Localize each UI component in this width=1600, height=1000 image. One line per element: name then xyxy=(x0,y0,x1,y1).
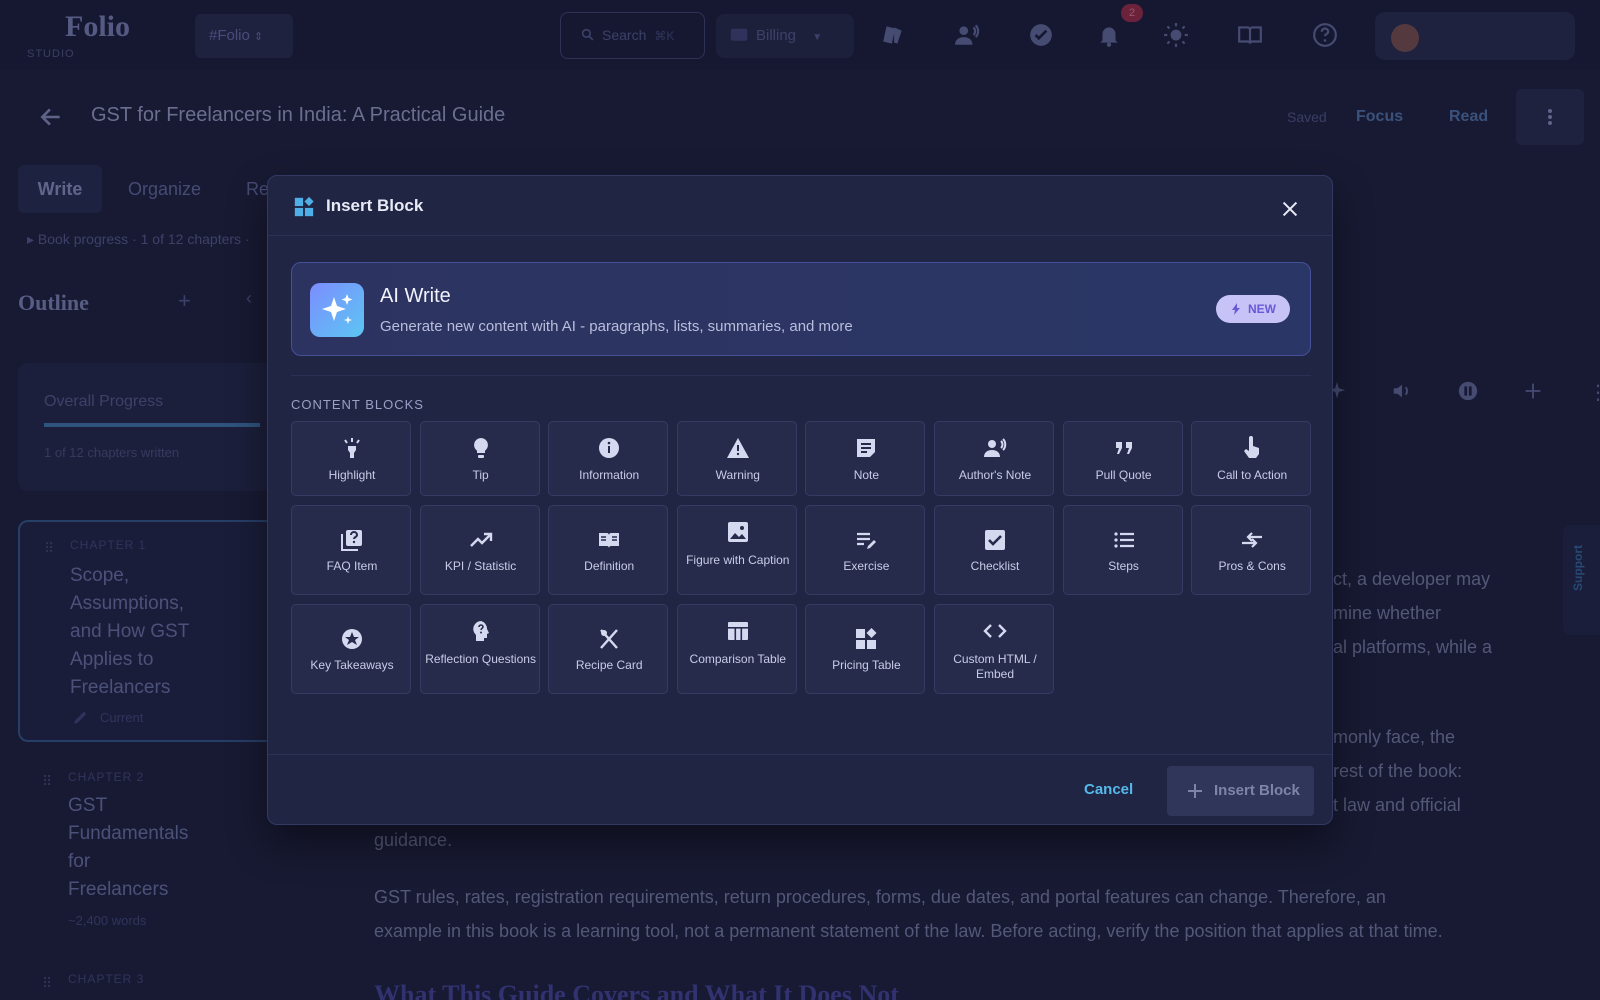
insert-block-label: Insert Block xyxy=(1214,782,1300,799)
block-label: Call to Action xyxy=(1217,468,1288,482)
dialog-header: Insert Block xyxy=(268,176,1332,236)
block-label: Reflection Questions xyxy=(425,652,536,666)
block-option-information[interactable]: Information xyxy=(548,421,669,496)
new-badge-label: NEW xyxy=(1248,302,1276,316)
block-option-author-s-note[interactable]: Author's Note xyxy=(934,421,1054,496)
block-option-note[interactable]: Note xyxy=(805,421,926,496)
block-label: Pros & Cons xyxy=(1218,559,1286,573)
table-icon xyxy=(727,622,748,640)
block-option-tip[interactable]: Tip xyxy=(419,421,540,496)
cancel-button[interactable]: Cancel xyxy=(1084,781,1133,798)
block-label: Custom HTML / Embed xyxy=(953,652,1037,681)
blocks-icon xyxy=(294,196,314,217)
block-option-definition[interactable]: Definition xyxy=(548,505,669,595)
block-option-figure-with-caption[interactable]: Figure with Caption xyxy=(676,505,797,595)
info-icon xyxy=(599,438,620,458)
block-option-faq-item[interactable]: FAQ Item xyxy=(291,505,411,595)
block-option-call-to-action[interactable]: Call to Action xyxy=(1191,421,1312,496)
checkbox-icon xyxy=(985,530,1005,550)
list-icon xyxy=(1113,532,1134,548)
block-option-comparison-table[interactable]: Comparison Table xyxy=(676,604,797,694)
content-blocks-label: CONTENT BLOCKS xyxy=(291,397,424,412)
quote-icon xyxy=(1115,442,1132,454)
block-label: Comparison Table xyxy=(689,652,787,666)
pointer-icon xyxy=(1244,436,1260,458)
block-label: Warning xyxy=(715,468,760,482)
divider xyxy=(268,754,1332,755)
block-option-checklist[interactable]: Checklist xyxy=(934,505,1054,595)
ai-write-description: Generate new content with AI - paragraph… xyxy=(380,318,853,335)
faq-icon xyxy=(341,530,362,551)
block-option-exercise[interactable]: Exercise xyxy=(805,505,926,595)
pricing-grid-icon xyxy=(856,628,877,649)
block-label: Pricing Table xyxy=(832,658,901,672)
star-badge-icon xyxy=(342,629,362,649)
code-icon xyxy=(983,624,1007,638)
block-label: FAQ Item xyxy=(326,559,378,573)
block-option-warning[interactable]: Warning xyxy=(676,421,797,496)
insert-block-button[interactable]: Insert Block xyxy=(1167,766,1314,816)
block-label: Tip xyxy=(472,468,489,482)
block-label: Steps xyxy=(1108,559,1139,573)
ai-write-title: AI Write xyxy=(380,285,451,307)
block-option-recipe-card[interactable]: Recipe Card xyxy=(548,604,669,694)
block-label: Author's Note xyxy=(958,468,1032,482)
block-label: Recipe Card xyxy=(575,658,643,672)
block-label: Checklist xyxy=(970,559,1020,573)
block-option-kpi-statistic[interactable]: KPI / Statistic xyxy=(419,505,540,595)
block-option-steps[interactable]: Steps xyxy=(1062,505,1183,595)
block-label: Key Takeaways xyxy=(310,658,394,672)
divider xyxy=(291,375,1311,376)
new-badge: NEW xyxy=(1216,295,1290,323)
close-icon[interactable] xyxy=(1279,198,1301,220)
warning-icon xyxy=(726,438,749,458)
block-label: Highlight xyxy=(328,468,376,482)
note-icon xyxy=(857,439,876,457)
block-option-key-takeaways[interactable]: Key Takeaways xyxy=(291,604,411,694)
ai-write-option[interactable]: AI Write Generate new content with AI - … xyxy=(291,262,1311,356)
block-option-custom-html-embed[interactable]: Custom HTML / Embed xyxy=(934,604,1054,694)
block-option-pros-cons[interactable]: Pros & Cons xyxy=(1191,505,1312,595)
book-icon xyxy=(599,533,620,548)
block-option-pull-quote[interactable]: Pull Quote xyxy=(1062,421,1183,496)
block-option-reflection-questions[interactable]: Reflection Questions xyxy=(419,604,540,694)
dialog-title: Insert Block xyxy=(326,196,424,215)
edit-list-icon xyxy=(857,532,877,549)
block-label: Information xyxy=(579,468,640,482)
ai-sparkle-icon xyxy=(310,283,364,337)
image-icon xyxy=(727,522,748,542)
bolt-icon xyxy=(1232,303,1240,315)
compare-arrows-icon xyxy=(1242,532,1263,548)
block-label: Figure with Caption xyxy=(686,553,790,567)
block-option-pricing-table[interactable]: Pricing Table xyxy=(805,604,926,694)
trend-icon xyxy=(469,532,492,547)
block-label: Pull Quote xyxy=(1095,468,1152,482)
lightbulb-icon xyxy=(473,438,488,458)
speaker-icon xyxy=(984,438,1007,457)
head-question-icon xyxy=(472,621,489,641)
insert-block-dialog: Insert Block AI Write Generate new conte… xyxy=(267,175,1333,825)
plus-icon xyxy=(1188,784,1202,798)
block-label: Note xyxy=(853,468,880,482)
block-label: KPI / Statistic xyxy=(444,559,517,573)
utensils-icon xyxy=(600,629,619,649)
block-label: Definition xyxy=(584,559,635,573)
highlight-icon xyxy=(344,438,360,458)
block-label: Exercise xyxy=(843,559,890,573)
block-option-highlight[interactable]: Highlight xyxy=(291,421,411,496)
